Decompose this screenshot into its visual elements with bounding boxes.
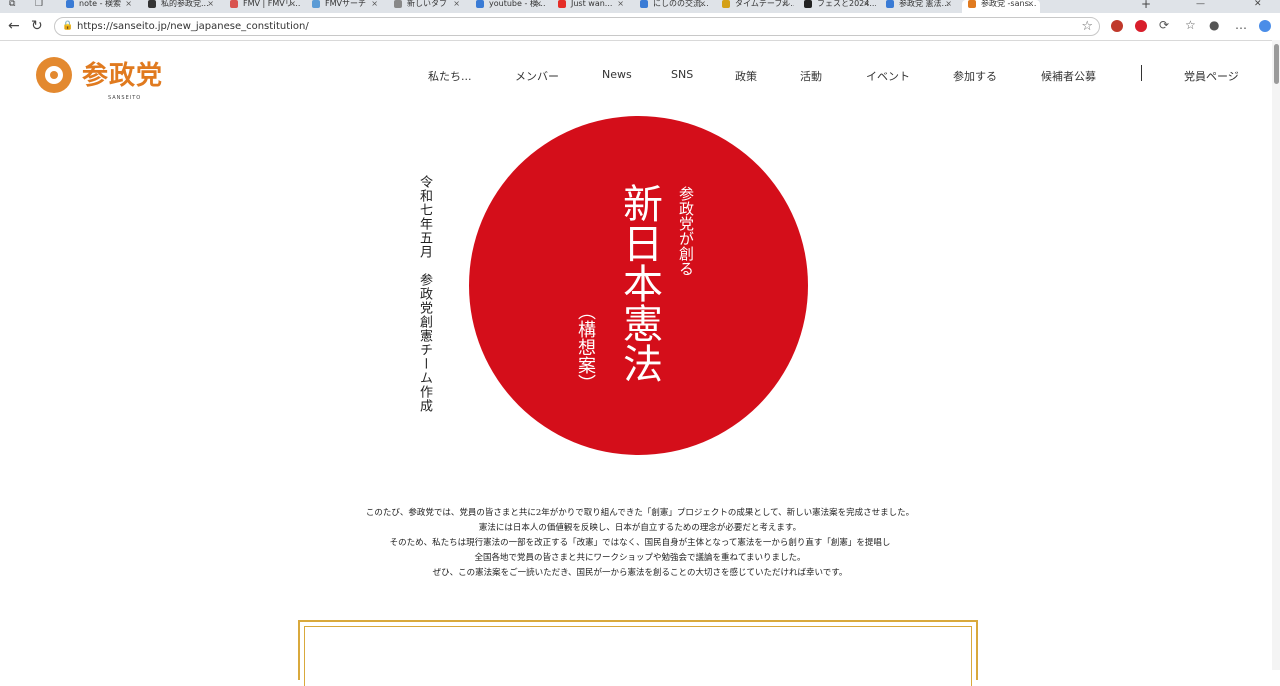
tab-close-icon[interactable]: × xyxy=(863,0,870,8)
intro-line: そのため、私たちは現行憲法の一部を改正する「改憲」ではなく、国民自身が主体となっ… xyxy=(389,538,891,548)
tab-close-icon[interactable]: × xyxy=(453,0,460,8)
back-icon[interactable]: ← xyxy=(8,18,20,34)
reload-icon[interactable]: ↻ xyxy=(31,18,43,34)
tab-favicon-icon xyxy=(558,0,566,8)
logo-emblem-icon xyxy=(36,57,72,93)
tab-label: 私的参政党... xyxy=(161,0,209,8)
logo-text: 参政党 xyxy=(82,61,164,91)
intro-line: 憲法には日本人の価値観を反映し、日本が自立するための理念が必要だと考えます。 xyxy=(478,523,802,533)
tab-favicon-icon xyxy=(230,0,238,8)
tab-label: Just wan... xyxy=(571,0,613,8)
page-scrollbar[interactable] xyxy=(1272,40,1280,670)
scrollbar-thumb[interactable] xyxy=(1274,44,1279,84)
tab-favicon-icon xyxy=(640,0,648,8)
browser-tab[interactable]: 私的参政党... × xyxy=(142,0,220,13)
tab-label: FMVサーチ xyxy=(325,0,366,8)
tab-favicon-icon xyxy=(804,0,812,8)
intro-line: 全国各地で党員の皆さまと共にワークショップや勉強会で議論を重ねてまいりました。 xyxy=(474,553,806,563)
nav-divider xyxy=(1141,65,1142,81)
browser-tab[interactable]: にしのの交流... × xyxy=(634,0,712,13)
minimize-icon[interactable]: — xyxy=(1196,0,1205,9)
tab-favicon-icon xyxy=(886,0,894,8)
tab-favicon-icon xyxy=(722,0,730,8)
browser-tab[interactable]: note - 検索 × xyxy=(60,0,138,13)
document-frame-inner xyxy=(304,626,972,686)
creation-date: 令和七年五月 参政党創憲チーム作成 xyxy=(417,175,432,413)
browser-tab-bar: ⧉ ❐ note - 検索 × 私的参政党... × FMV | FMVリ... × FMV… xyxy=(0,0,1280,13)
tab-favicon-icon xyxy=(312,0,320,8)
browser-tab[interactable]: 参政党 憲法... × xyxy=(880,0,958,13)
site-logo[interactable]: 参政党 SANSEITO xyxy=(34,55,179,105)
browser-tab[interactable]: FMVサーチ × xyxy=(306,0,384,13)
tab-favicon-icon xyxy=(968,0,976,8)
close-window-icon[interactable]: ✕ xyxy=(1254,0,1262,9)
tab-favicon-icon xyxy=(476,0,484,8)
extensions-puzzle-icon[interactable]: ⟳ xyxy=(1159,18,1169,32)
nav-members[interactable]: メンバー xyxy=(515,68,559,84)
hero-subtitle: 参政党が創る xyxy=(677,186,695,276)
profile-icon[interactable]: ● xyxy=(1209,18,1219,32)
tab-label: 新しいタブ xyxy=(407,0,447,8)
tab-favicon-icon xyxy=(66,0,74,8)
browser-toolbar: ← ↻ 🔒 https://sanseito.jp/new_japanese_c… xyxy=(0,13,1280,41)
tab-label: note - 検索 xyxy=(79,0,121,8)
tab-close-icon[interactable]: × xyxy=(1027,0,1034,8)
workspaces-icon[interactable]: ⧉ xyxy=(9,0,15,9)
tab-close-icon[interactable]: × xyxy=(125,0,132,8)
new-tab-icon[interactable]: + xyxy=(1141,0,1151,10)
tab-close-icon[interactable]: × xyxy=(699,0,706,8)
nav-events[interactable]: イベント xyxy=(866,68,910,84)
tab-label: 参政党 憲法... xyxy=(899,0,950,8)
address-bar[interactable]: 🔒 https://sanseito.jp/new_japanese_const… xyxy=(54,17,1100,36)
nav-candidates[interactable]: 候補者公募 xyxy=(1041,68,1096,84)
url-text[interactable]: https://sanseito.jp/new_japanese_constit… xyxy=(77,21,309,32)
nav-join[interactable]: 参加する xyxy=(953,68,997,84)
nav-news[interactable]: News xyxy=(602,68,632,81)
hero-note: （構想案） xyxy=(575,302,596,392)
browser-tab[interactable]: FMV | FMVリ... × xyxy=(224,0,302,13)
intro-line: ぜひ、この憲法案をご一読いただき、国民が一から憲法を創ることの大切さを感じていた… xyxy=(432,568,848,578)
tab-close-icon[interactable]: × xyxy=(617,0,624,8)
browser-tab[interactable]: 新しいタブ × xyxy=(388,0,466,13)
browser-tab[interactable]: タイムテーブル... × xyxy=(716,0,794,13)
tab-close-icon[interactable]: × xyxy=(535,0,542,8)
tab-close-icon[interactable]: × xyxy=(781,0,788,8)
browser-tab[interactable]: フェスと2024... × xyxy=(798,0,876,13)
tab-favicon-icon xyxy=(148,0,156,8)
favorites-icon[interactable]: ☆ xyxy=(1185,18,1196,32)
intro-text: このたび、参政党では、党員の皆さまと共に2年がかりで取り組んできた「創憲」プロジ… xyxy=(240,506,1040,581)
nav-policy[interactable]: 政策 xyxy=(735,68,757,84)
more-menu-icon[interactable]: … xyxy=(1235,18,1247,32)
intro-line: このたび、参政党では、党員の皆さまと共に2年がかりで取り組んできた「創憲」プロジ… xyxy=(365,508,915,518)
browser-tab[interactable]: 参政党 -sans... × xyxy=(962,0,1040,13)
tab-actions-icon[interactable]: ❐ xyxy=(35,0,43,9)
tab-close-icon[interactable]: × xyxy=(289,0,296,8)
tab-close-icon[interactable]: × xyxy=(945,0,952,8)
extension-icon[interactable] xyxy=(1111,20,1123,32)
logo-subtitle: SANSEITO xyxy=(108,95,142,101)
hero-title: 新日本憲法 xyxy=(616,183,662,383)
copilot-icon[interactable] xyxy=(1259,20,1271,32)
tab-close-icon[interactable]: × xyxy=(371,0,378,8)
browser-tab[interactable]: youtube - 検... × xyxy=(470,0,548,13)
site-info-icon[interactable]: 🔒 xyxy=(62,21,73,31)
favorite-star-icon[interactable]: ☆ xyxy=(1081,19,1093,34)
nav-member-page[interactable]: 党員ページ xyxy=(1184,68,1239,84)
nav-activities[interactable]: 活動 xyxy=(800,68,822,84)
tab-favicon-icon xyxy=(394,0,402,8)
browser-tab[interactable]: Just wan... × xyxy=(552,0,630,13)
tab-close-icon[interactable]: × xyxy=(207,0,214,8)
nav-sns[interactable]: SNS xyxy=(671,68,693,81)
nav-about[interactable]: 私たち... xyxy=(428,68,472,84)
extension-icon[interactable] xyxy=(1135,20,1147,32)
